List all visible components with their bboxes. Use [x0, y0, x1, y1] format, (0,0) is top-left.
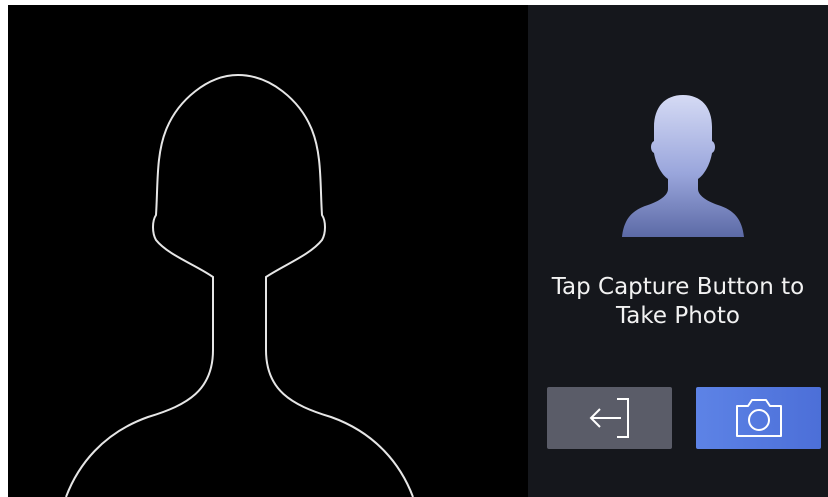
capture-instruction: Tap Capture Button to Take Photo — [528, 273, 828, 331]
camera-preview — [8, 5, 528, 497]
camera-icon — [735, 399, 782, 437]
back-arrow-icon — [589, 398, 629, 438]
face-capture-screen: Tap Capture Button to Take Photo — [8, 5, 828, 497]
back-button[interactable] — [547, 387, 672, 449]
face-guide-outline — [65, 73, 414, 497]
instruction-line-1: Tap Capture Button to — [551, 274, 805, 300]
instruction-line-2: Take Photo — [616, 303, 740, 329]
side-panel: Tap Capture Button to Take Photo — [528, 5, 828, 497]
person-avatar-icon — [622, 95, 744, 237]
capture-button[interactable] — [696, 387, 821, 449]
